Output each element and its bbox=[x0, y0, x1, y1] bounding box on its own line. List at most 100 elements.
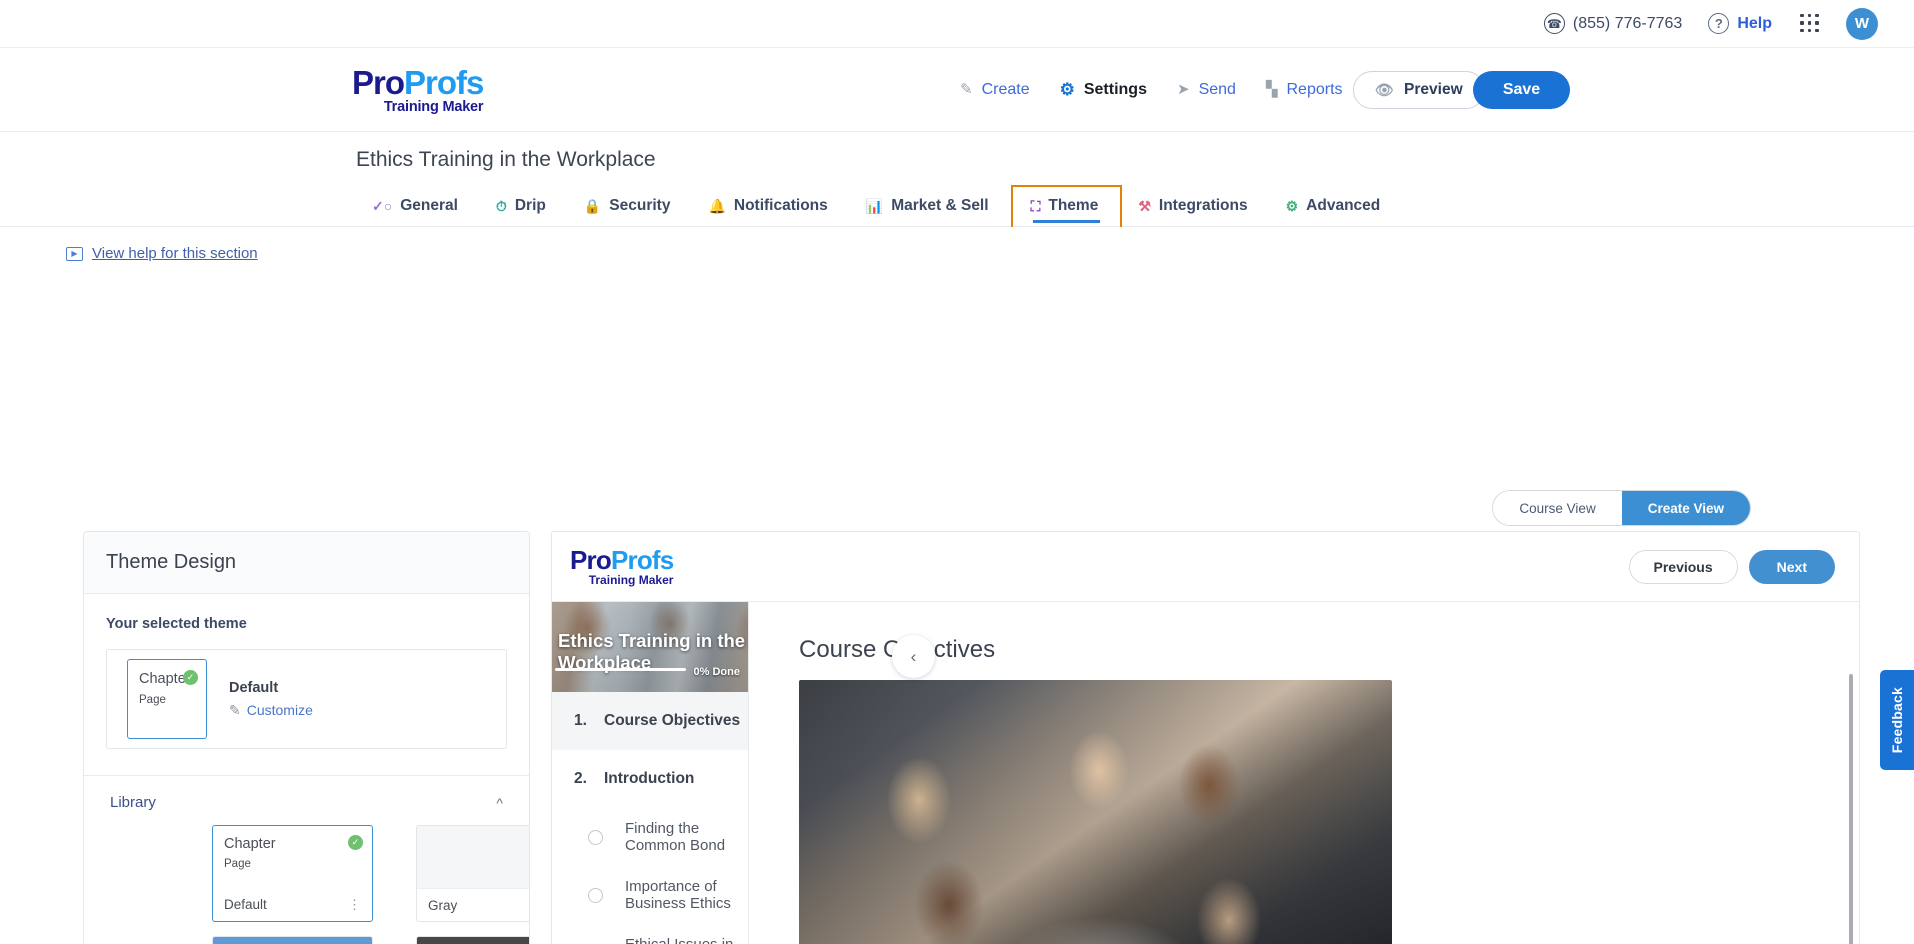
outline-item-course-objectives[interactable]: 1. Course Objectives bbox=[552, 692, 748, 750]
save-button-label: Save bbox=[1502, 80, 1541, 98]
nav-settings[interactable]: ⚙ Settings bbox=[1060, 81, 1147, 99]
nav-create[interactable]: ✎ Create bbox=[960, 81, 1030, 99]
collapse-outline-button[interactable]: ‹ bbox=[892, 635, 935, 678]
preview-logo-profs: Profs bbox=[610, 545, 674, 575]
nav-reports[interactable]: ▚ Reports bbox=[1266, 81, 1343, 99]
help-label: Help bbox=[1737, 14, 1772, 32]
outline-subitem-label: Finding the Common Bond bbox=[625, 820, 726, 854]
tab-general[interactable]: ✓○ General bbox=[356, 189, 480, 226]
preview-button[interactable]: 👁 Preview bbox=[1353, 70, 1485, 109]
outline-subitem[interactable]: Ethical Issues in Business bbox=[552, 924, 748, 944]
view-help-link[interactable]: View help for this section bbox=[92, 245, 258, 262]
nav-send-label: Send bbox=[1198, 80, 1236, 98]
header-nav: ✎ Create ⚙ Settings ➤ Send ▚ Reports bbox=[960, 81, 1343, 99]
top-utility-bar: ☎ (855) 776-7763 ? Help W bbox=[0, 0, 1914, 47]
nav-create-label: Create bbox=[981, 80, 1030, 98]
chevron-up-icon[interactable]: ^ bbox=[496, 795, 503, 811]
preview-content-scrollbar[interactable] bbox=[1849, 674, 1853, 944]
tab-advanced[interactable]: ⚙ Advanced bbox=[1270, 189, 1403, 226]
outline-subitem-label: Ethical Issues in Business bbox=[625, 936, 748, 944]
radio-icon[interactable] bbox=[588, 829, 603, 845]
settings-subheader: Ethics Training in the Workplace ✓○ Gene… bbox=[0, 132, 1914, 227]
feedback-tab[interactable]: Feedback bbox=[1880, 670, 1914, 770]
selected-theme-section: Your selected theme Chapter Page ✓ Defau… bbox=[84, 594, 529, 749]
theme-card-gray-footer: Gray ⋮ bbox=[417, 888, 529, 921]
tab-theme-label: Theme bbox=[1048, 197, 1099, 214]
library-header[interactable]: Library ^ bbox=[84, 776, 529, 811]
radio-icon[interactable] bbox=[588, 887, 603, 903]
create-view-button[interactable]: Create View bbox=[1621, 491, 1750, 525]
theme-library-grid: Chapter Page ✓ Default ⋮ Gray ⋮ bbox=[84, 811, 529, 944]
avatar[interactable]: W bbox=[1846, 7, 1878, 40]
tab-theme[interactable]: ⛶ Theme bbox=[1010, 185, 1123, 227]
outline-subitem[interactable]: Finding the Common Bond bbox=[552, 808, 748, 866]
next-button[interactable]: Next bbox=[1748, 549, 1835, 584]
theme-card-default[interactable]: Chapter Page ✓ Default ⋮ bbox=[212, 825, 373, 922]
app-logo[interactable]: ProProfs Training Maker bbox=[352, 63, 484, 115]
tab-market-and-sell[interactable]: 📊 Market & Sell bbox=[850, 189, 1011, 226]
theme-card-blackboard[interactable]: Blackboard ⋮ bbox=[416, 936, 529, 944]
check-circle-icon: ✓○ bbox=[372, 198, 393, 214]
gears-icon: ⚙ bbox=[1285, 198, 1299, 214]
theme-thumb-gray bbox=[417, 826, 529, 888]
theme-design-header: Theme Design bbox=[84, 532, 529, 594]
gear-icon: ⚙ bbox=[1059, 80, 1075, 99]
theme-card-gray-name: Gray bbox=[428, 897, 458, 913]
theme-thumb-default: Chapter Page ✓ bbox=[213, 826, 372, 888]
library-label: Library bbox=[110, 794, 156, 811]
money-chart-icon: 📊 bbox=[865, 198, 884, 214]
lock-icon: 🔒 bbox=[583, 198, 602, 214]
outline-subitem-label: Importance of Business Ethics bbox=[625, 878, 731, 912]
previous-button[interactable]: Previous bbox=[1628, 549, 1738, 584]
outline-label-2: Introduction bbox=[604, 770, 695, 787]
selected-theme-meta: Default ✎ Customize bbox=[229, 680, 313, 719]
outline-item-introduction[interactable]: 2. Introduction bbox=[552, 750, 748, 808]
tab-integrations[interactable]: ⚒ Integrations bbox=[1122, 189, 1269, 226]
selected-theme-thumbnail[interactable]: Chapter Page ✓ bbox=[127, 659, 207, 739]
customize-link[interactable]: ✎ Customize bbox=[229, 702, 313, 719]
tab-notifications[interactable]: 🔔 Notifications bbox=[692, 189, 849, 226]
help-link-group[interactable]: ? Help bbox=[1708, 13, 1772, 34]
preview-logo-tagline: Training Maker bbox=[588, 573, 674, 587]
theme-card-gray[interactable]: Gray ⋮ bbox=[416, 825, 529, 922]
tools-icon: ⚒ bbox=[1138, 198, 1151, 214]
phone-icon: ☎ bbox=[1543, 13, 1565, 34]
preview-nav-buttons: Previous Next bbox=[1628, 549, 1835, 584]
course-view-button[interactable]: Course View bbox=[1493, 491, 1622, 525]
bar-chart-icon: ▚ bbox=[1265, 81, 1278, 98]
save-button[interactable]: Save bbox=[1473, 70, 1570, 109]
tab-security-label: Security bbox=[609, 197, 671, 214]
avatar-initial: W bbox=[1854, 15, 1870, 32]
apps-grid-icon[interactable] bbox=[1800, 13, 1820, 34]
nav-reports-label: Reports bbox=[1286, 80, 1343, 98]
check-circle-icon: ✓ bbox=[183, 670, 198, 685]
outline-num-1: 1. bbox=[574, 712, 587, 729]
clock-icon: ⏱ bbox=[495, 198, 507, 214]
tab-drip-label: Drip bbox=[514, 197, 546, 214]
nav-send[interactable]: ➤ Send bbox=[1177, 81, 1236, 99]
outline-subitem[interactable]: Importance of Business Ethics bbox=[552, 866, 748, 924]
tab-integrations-label: Integrations bbox=[1158, 197, 1248, 214]
bell-icon: 🔔 bbox=[708, 198, 726, 214]
view-toggle: Course View Create View bbox=[1492, 490, 1751, 526]
kebab-menu-icon[interactable]: ⋮ bbox=[348, 898, 361, 911]
theme-card-default-footer: Default ⋮ bbox=[213, 888, 372, 921]
tab-drip[interactable]: ⏱ Drip bbox=[480, 189, 568, 226]
preview-header: ProProfs Training Maker Previous Next bbox=[552, 532, 1859, 602]
logo-pro: Pro bbox=[352, 63, 405, 101]
video-play-icon: ▶ bbox=[66, 246, 83, 261]
paper-plane-icon: ➤ bbox=[1176, 81, 1190, 98]
tab-advanced-label: Advanced bbox=[1306, 197, 1381, 214]
logo-tagline: Training Maker bbox=[383, 98, 484, 115]
selected-theme-name: Default bbox=[229, 679, 279, 696]
view-help-row[interactable]: ▶ View help for this section bbox=[0, 227, 1914, 262]
outline-num-2: 2. bbox=[574, 770, 587, 787]
page-body: ▶ View help for this section Course View… bbox=[0, 227, 1914, 944]
theme-card-corporate[interactable]: Corporate ⋮ bbox=[212, 936, 373, 944]
nav-settings-label: Settings bbox=[1083, 80, 1147, 98]
preview-logo: ProProfs Training Maker bbox=[570, 545, 674, 587]
support-phone[interactable]: ☎ (855) 776-7763 bbox=[1543, 13, 1682, 34]
preview-logo-pro: Pro bbox=[570, 545, 612, 575]
selected-theme-label: Your selected theme bbox=[106, 616, 247, 632]
tab-security[interactable]: 🔒 Security bbox=[568, 189, 693, 226]
